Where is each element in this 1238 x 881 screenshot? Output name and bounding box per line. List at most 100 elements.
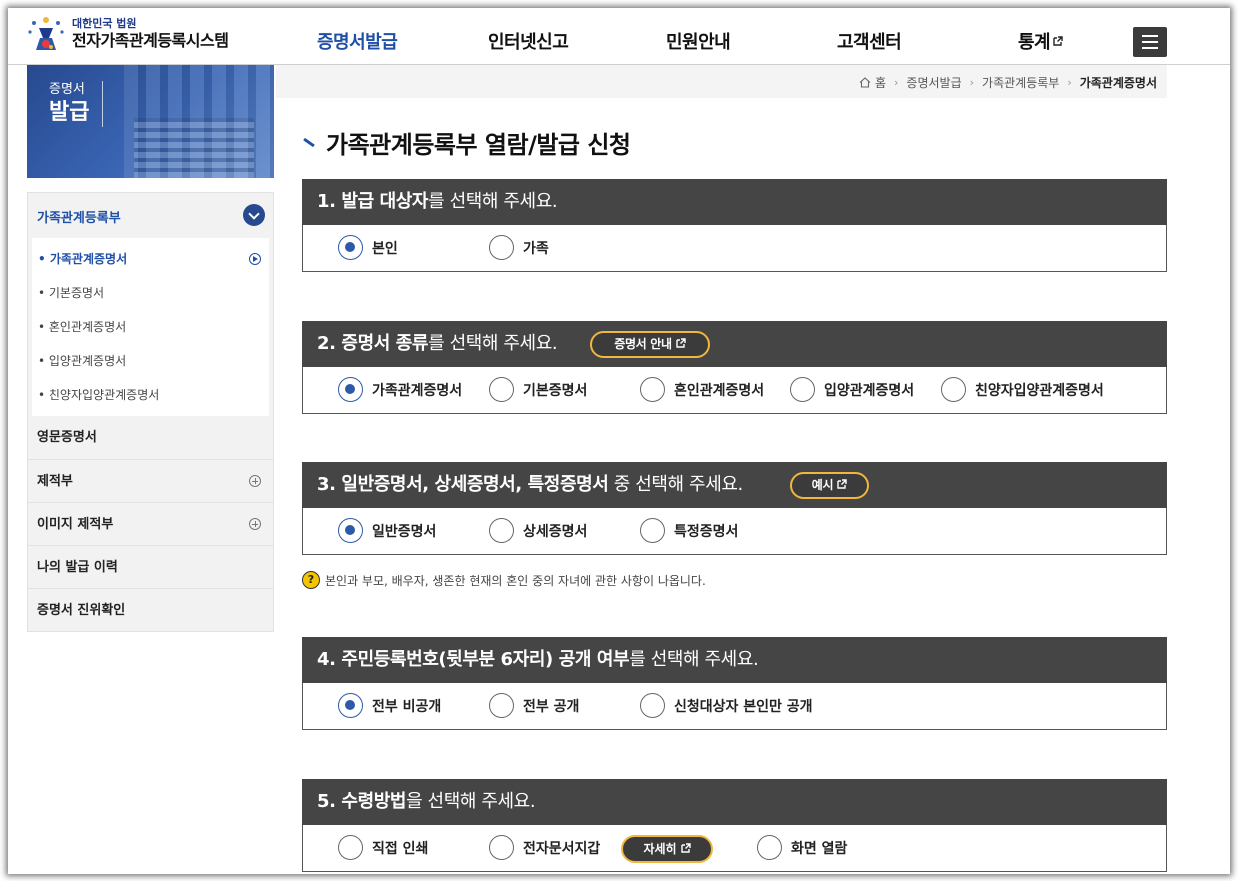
radio-option-all-hidden[interactable]: 전부 비공개	[338, 693, 441, 718]
radio-option-e-wallet[interactable]: 전자문서지갑	[489, 835, 600, 860]
help-note: ? 본인과 부모, 배우자, 생존한 현재의 혼인 중의 자녀에 관한 사항이 …	[302, 571, 706, 589]
radio-button[interactable]	[489, 518, 514, 543]
banner-title: 증명서 발급	[49, 79, 89, 123]
radio-label: 전부 공개	[523, 698, 580, 715]
sidebar-item-label: 이미지 제적부	[37, 517, 114, 532]
radio-option-full-adoption[interactable]: 친양자입양관계증명서	[941, 377, 1104, 402]
radio-button[interactable]	[757, 835, 782, 860]
hamburger-menu-button[interactable]	[1133, 27, 1167, 57]
court-emblem-icon	[26, 14, 66, 54]
detail-label: 자세히	[643, 842, 677, 856]
sidebar-item-label: • 혼인관계증명서	[38, 320, 127, 334]
radio-button[interactable]	[338, 693, 363, 718]
section-header-bold: 1. 발급 대상자	[317, 191, 429, 212]
radio-button[interactable]	[640, 518, 665, 543]
nav-internet-report[interactable]: 인터넷신고	[488, 28, 569, 54]
sidebar-banner: 증명서 발급	[27, 65, 274, 178]
sidebar-item-label: 증명서 진위확인	[37, 603, 126, 618]
breadcrumb: 홈 › 증명서발급 › 가족관계등록부 › 가족관계증명서	[276, 65, 1167, 98]
logo-subtitle: 대한민국 법원	[72, 17, 137, 30]
radio-option-self[interactable]: 본인	[338, 235, 398, 260]
external-link-icon	[1053, 36, 1063, 46]
radio-option-self-only[interactable]: 신청대상자 본인만 공개	[640, 693, 813, 718]
section-options: 본인 가족	[302, 225, 1167, 272]
radio-button[interactable]	[338, 518, 363, 543]
section-header: 1. 발급 대상자를 선택해 주세요.	[302, 179, 1167, 225]
banner-divider	[102, 81, 103, 127]
breadcrumb-separator-icon: ›	[1067, 76, 1072, 89]
sidebar-item-label: • 친양자입양관계증명서	[38, 388, 160, 402]
example-button[interactable]: 예시	[790, 472, 869, 499]
chevron-down-icon[interactable]	[243, 204, 265, 226]
radio-option-family-relation[interactable]: 가족관계증명서	[338, 377, 462, 402]
radio-option-screen-view[interactable]: 화면 열람	[757, 835, 847, 860]
sidebar-item-my-issue-history[interactable]: 나의 발급 이력	[28, 545, 273, 588]
sidebar-nav: 가족관계등록부 • 가족관계증명서 • 기본증명서 • 혼인관계증명서 • 입양…	[27, 192, 274, 632]
radio-label: 일반증명서	[372, 523, 437, 540]
sidebar-item-full-adoption-cert[interactable]: • 친양자입양관계증명서	[32, 378, 269, 412]
section-header-bold: 5. 수령방법	[317, 791, 407, 812]
section-options: 일반증명서 상세증명서 특정증명서	[302, 508, 1167, 555]
sidebar-group-family-register[interactable]: 가족관계등록부	[28, 193, 273, 238]
cert-guide-button[interactable]: 증명서 안내	[590, 331, 710, 358]
radio-option-direct-print[interactable]: 직접 인쇄	[338, 835, 428, 860]
sidebar-item-label: • 입양관계증명서	[38, 354, 127, 368]
radio-button[interactable]	[489, 835, 514, 860]
breadcrumb-item[interactable]: 증명서발급	[906, 74, 961, 91]
radio-button[interactable]	[790, 377, 815, 402]
radio-label: 가족	[523, 240, 549, 257]
section-cert-detail-level: 3. 일반증명서, 상세증명서, 특정증명서 중 선택해 주세요. 예시 일반증…	[302, 462, 1167, 555]
breadcrumb-item[interactable]: 가족관계등록부	[982, 74, 1059, 91]
radio-button[interactable]	[338, 235, 363, 260]
section-options: 직접 인쇄 전자문서지갑 자세히 화면 열람	[302, 825, 1167, 872]
radio-label: 신청대상자 본인만 공개	[674, 698, 813, 715]
radio-button[interactable]	[338, 835, 363, 860]
radio-option-family[interactable]: 가족	[489, 235, 549, 260]
sidebar-item-family-relation-cert[interactable]: • 가족관계증명서	[32, 242, 269, 276]
arrow-right-circle-icon	[249, 253, 261, 265]
radio-button[interactable]	[941, 377, 966, 402]
title-bullet-icon	[302, 137, 314, 149]
radio-button[interactable]	[489, 377, 514, 402]
radio-button[interactable]	[640, 693, 665, 718]
radio-option-specific[interactable]: 특정증명서	[640, 518, 738, 543]
radio-button[interactable]	[489, 693, 514, 718]
radio-button[interactable]	[640, 377, 665, 402]
radio-option-adoption[interactable]: 입양관계증명서	[790, 377, 914, 402]
radio-option-basic[interactable]: 기본증명서	[489, 377, 587, 402]
page-title: 가족관계등록부 열람/발급 신청	[326, 131, 631, 159]
radio-option-marriage[interactable]: 혼인관계증명서	[640, 377, 764, 402]
radio-button[interactable]	[338, 377, 363, 402]
radio-button[interactable]	[489, 235, 514, 260]
sidebar-item-cert-verification[interactable]: 증명서 진위확인	[28, 588, 273, 631]
breadcrumb-home[interactable]: 홈	[875, 74, 886, 91]
sidebar-item-english-cert[interactable]: 영문증명서	[28, 416, 273, 459]
radio-option-all-shown[interactable]: 전부 공개	[489, 693, 579, 718]
radio-option-detailed[interactable]: 상세증명서	[489, 518, 587, 543]
nav-customer-center[interactable]: 고객센터	[837, 28, 902, 54]
sidebar-item-marriage-cert[interactable]: • 혼인관계증명서	[32, 310, 269, 344]
page-title-wrap: 가족관계등록부 열람/발급 신청	[302, 125, 631, 160]
banner-line1: 증명서	[49, 82, 85, 97]
sidebar-item-removed-register[interactable]: 제적부	[28, 459, 273, 502]
plus-circle-icon	[249, 475, 261, 487]
nav-statistics[interactable]: 통계	[1018, 28, 1063, 54]
section-options: 가족관계증명서 기본증명서 혼인관계증명서 입양관계증명서 친양자입양관계증명서	[302, 367, 1167, 414]
section-issue-target: 1. 발급 대상자를 선택해 주세요. 본인 가족	[302, 179, 1167, 272]
nav-civil-guide[interactable]: 민원안내	[666, 28, 731, 54]
nav-certificate-issue[interactable]: 증명서발급	[317, 28, 398, 54]
section-header-bold: 2. 증명서 종류	[317, 333, 429, 354]
section-header-rest: 를 선택해 주세요.	[428, 191, 558, 212]
section-rrn-disclosure: 4. 주민등록번호(뒷부분 6자리) 공개 여부를 선택해 주세요. 전부 비공…	[302, 637, 1167, 730]
external-link-icon	[680, 843, 691, 853]
site-logo[interactable]: 대한민국 법원 전자가족관계등록시스템	[26, 14, 229, 54]
section-header-bold: 3. 일반증명서, 상세증명서, 특정증명서	[317, 474, 609, 495]
sidebar-item-adoption-cert[interactable]: • 입양관계증명서	[32, 344, 269, 378]
sidebar-item-image-removed-register[interactable]: 이미지 제적부	[28, 502, 273, 545]
logo-title: 전자가족관계등록시스템	[72, 31, 229, 50]
sidebar-item-basic-cert[interactable]: • 기본증명서	[32, 276, 269, 310]
radio-option-general[interactable]: 일반증명서	[338, 518, 436, 543]
detail-button[interactable]: 자세히	[621, 835, 713, 863]
section-header-bold: 4. 주민등록번호(뒷부분 6자리) 공개 여부	[317, 649, 630, 670]
browser-viewport: 대한민국 법원 전자가족관계등록시스템 증명서발급 인터넷신고 민원안내 고객센…	[8, 8, 1230, 874]
